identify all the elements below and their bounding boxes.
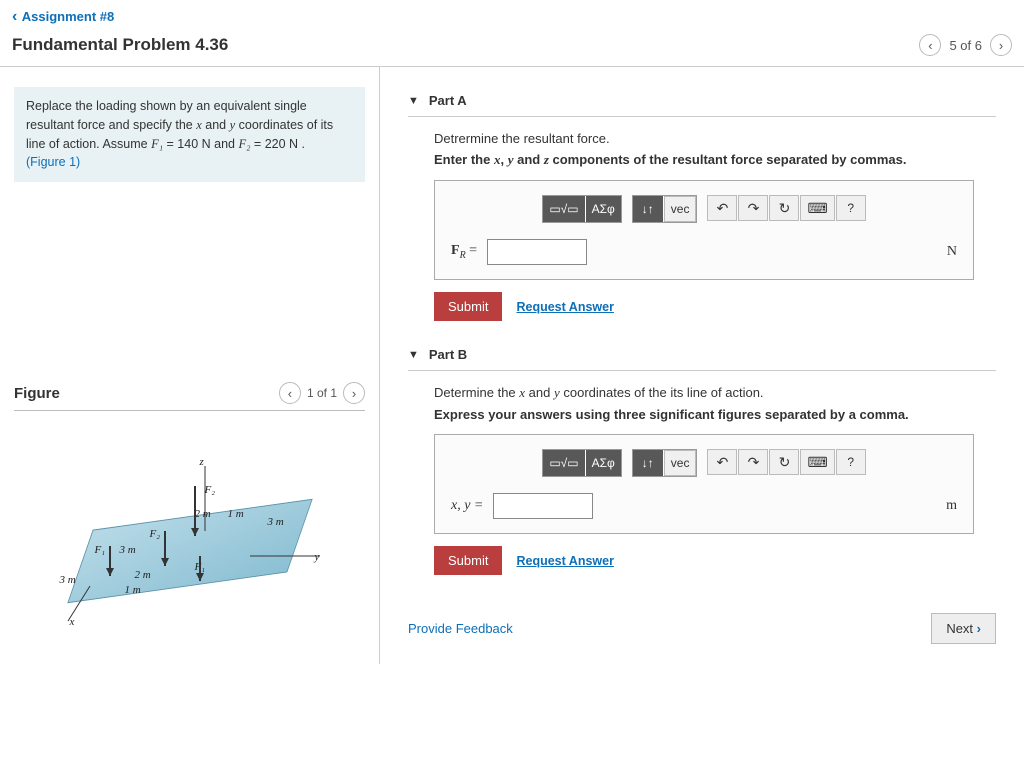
problem-text: = 220 N .: [250, 137, 305, 151]
part-a-description: Detrermine the resultant force.: [434, 131, 996, 146]
figure-image: z y x F₂ F₂ F₁ F₁ 3 m 3 m 3 m 2 m 2 m 1 …: [14, 441, 365, 641]
figure-pager-text: 1 of 1: [307, 386, 337, 400]
answer-input-a[interactable]: [487, 239, 587, 265]
dim-2m: 2 m: [195, 508, 211, 520]
item-pager: ‹ 5 of 6 ›: [919, 34, 1012, 56]
dim-3m: 3 m: [60, 574, 76, 586]
reset-button[interactable]: ↻: [769, 449, 799, 475]
dim-3m: 3 m: [120, 544, 136, 556]
figure-header: Figure ‹ 1 of 1 ›: [14, 382, 365, 411]
part-a-header[interactable]: ▼ Part A: [408, 93, 996, 117]
request-answer-link-b[interactable]: Request Answer: [516, 554, 613, 568]
greek-button[interactable]: ΑΣφ: [586, 450, 621, 476]
prev-item-button[interactable]: ‹: [919, 34, 941, 56]
collapse-icon: ▼: [408, 349, 419, 361]
part-a: ▼ Part A Detrermine the resultant force.…: [398, 87, 1006, 341]
answer-input-b[interactable]: [493, 493, 593, 519]
submit-button-b[interactable]: Submit: [434, 546, 502, 575]
part-a-instruction: Enter the x, y and z components of the r…: [434, 152, 996, 168]
axis-y: y: [315, 551, 320, 563]
figure-link[interactable]: (Figure 1): [26, 155, 80, 169]
figure-next-button[interactable]: ›: [343, 382, 365, 404]
label-f1: F₁: [95, 544, 106, 556]
dim-1m: 1 m: [125, 584, 141, 596]
collapse-icon: ▼: [408, 95, 419, 107]
answer-box-b: ▭√▭ ΑΣφ ↓↑ vec ↶ ↷ ↻ ⌨ ?: [434, 434, 974, 534]
label-f2: F₂: [150, 528, 161, 540]
part-b-header[interactable]: ▼ Part B: [408, 347, 996, 371]
next-item-button[interactable]: ›: [990, 34, 1012, 56]
part-b: ▼ Part B Determine the x and y coordinat…: [398, 341, 1006, 595]
var-f1: F₁: [151, 137, 163, 151]
vec-button[interactable]: vec: [664, 196, 697, 222]
provide-feedback-link[interactable]: Provide Feedback: [408, 621, 513, 636]
dim-1m: 1 m: [228, 508, 244, 520]
submit-button-a[interactable]: Submit: [434, 292, 502, 321]
subsup-button[interactable]: ↓↑: [633, 450, 663, 476]
equation-toolbar: ▭√▭ ΑΣφ ↓↑ vec ↶ ↷ ↻ ⌨ ?: [451, 195, 957, 223]
part-b-description: Determine the x and y coordinates of the…: [434, 385, 996, 401]
keyboard-button[interactable]: ⌨: [800, 195, 834, 221]
help-button[interactable]: ?: [836, 195, 866, 221]
pager-text: 5 of 6: [949, 38, 982, 53]
axis-z: z: [200, 456, 204, 468]
part-b-title: Part B: [429, 347, 467, 362]
unit-b: m: [946, 498, 957, 514]
page-title: Fundamental Problem 4.36: [12, 35, 228, 55]
reset-button[interactable]: ↻: [769, 195, 799, 221]
figure-heading: Figure: [14, 385, 60, 402]
vec-button[interactable]: vec: [664, 450, 697, 476]
figure-pager: ‹ 1 of 1 ›: [279, 382, 365, 404]
problem-statement: Replace the loading shown by an equivale…: [14, 87, 365, 182]
dim-2m: 2 m: [135, 569, 151, 581]
axis-x: x: [70, 616, 75, 628]
answer-label-b: x, y =: [451, 498, 483, 514]
breadcrumb-link[interactable]: Assignment #8: [0, 0, 1024, 30]
keyboard-button[interactable]: ⌨: [800, 449, 834, 475]
help-button[interactable]: ?: [836, 449, 866, 475]
answer-label-a: FR =: [451, 243, 477, 261]
next-button[interactable]: Next: [931, 613, 996, 644]
templates-button[interactable]: ▭√▭: [543, 450, 584, 476]
answer-box-a: ▭√▭ ΑΣφ ↓↑ vec ↶ ↷ ↻ ⌨ ?: [434, 180, 974, 280]
redo-button[interactable]: ↷: [738, 449, 768, 475]
subsup-button[interactable]: ↓↑: [633, 196, 663, 222]
undo-button[interactable]: ↶: [707, 449, 737, 475]
greek-button[interactable]: ΑΣφ: [586, 196, 621, 222]
problem-text: and: [202, 118, 230, 132]
var-f2: F₂: [238, 137, 250, 151]
part-b-instruction: Express your answers using three signifi…: [434, 407, 996, 422]
footer-row: Provide Feedback Next: [398, 613, 1006, 644]
figure-prev-button[interactable]: ‹: [279, 382, 301, 404]
title-row: Fundamental Problem 4.36 ‹ 5 of 6 ›: [0, 30, 1024, 67]
problem-text: = 140 N and: [163, 137, 238, 151]
label-f2: F₂: [205, 484, 216, 496]
undo-button[interactable]: ↶: [707, 195, 737, 221]
part-a-title: Part A: [429, 93, 467, 108]
templates-button[interactable]: ▭√▭: [543, 196, 584, 222]
request-answer-link-a[interactable]: Request Answer: [516, 300, 613, 314]
label-f1: F₁: [195, 561, 206, 573]
equation-toolbar: ▭√▭ ΑΣφ ↓↑ vec ↶ ↷ ↻ ⌨ ?: [451, 449, 957, 477]
redo-button[interactable]: ↷: [738, 195, 768, 221]
dim-3m: 3 m: [268, 516, 284, 528]
unit-a: N: [947, 244, 957, 260]
